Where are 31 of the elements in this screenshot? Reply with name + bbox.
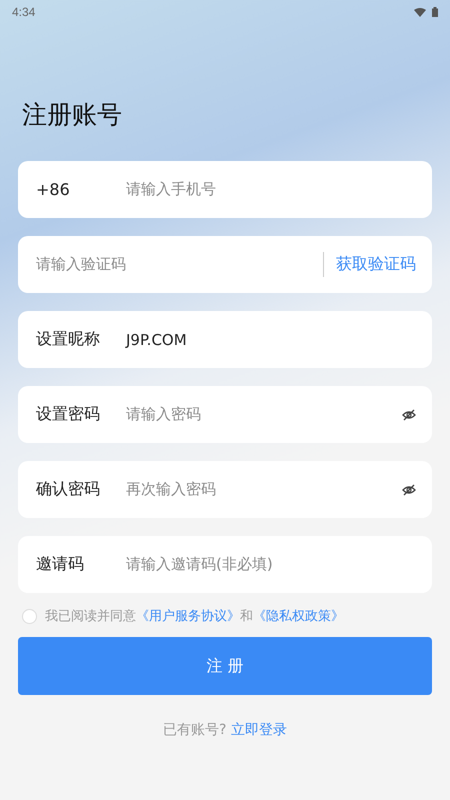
- input-field[interactable]: 设置密码 请输入密码: [18, 386, 432, 443]
- terms-link[interactable]: 《用户服务协议》: [136, 609, 240, 624]
- field-label: 确认密码: [36, 479, 101, 500]
- wifi-icon: [414, 8, 426, 16]
- page-title: 注册账号: [22, 99, 123, 131]
- agree-radio[interactable]: [22, 608, 37, 624]
- input-field[interactable]: 确认密码 再次输入密码: [18, 461, 432, 518]
- hidden-eye-icon[interactable]: [402, 484, 416, 496]
- get-code-button[interactable]: 获取验证码: [323, 252, 416, 277]
- placeholder-text: 再次输入密码: [126, 480, 217, 499]
- field-value: J9P.COM: [126, 330, 188, 348]
- battery-icon: [432, 7, 438, 17]
- agreement-text: 我已阅读并同意《用户服务协议》和《隐私权政策》: [45, 608, 344, 625]
- field-label: 设置昵称: [36, 329, 101, 350]
- input-field[interactable]: 请输入验证码 获取验证码: [18, 236, 432, 293]
- placeholder-text: 请输入邀请码(非必填): [126, 555, 274, 574]
- field-label: 设置密码: [36, 404, 101, 425]
- login-link[interactable]: 立即登录: [230, 722, 287, 738]
- placeholder-text: 请输入手机号: [126, 180, 217, 199]
- input-field[interactable]: 邀请码 请输入邀请码(非必填): [18, 536, 432, 593]
- field-label: +86: [36, 180, 71, 199]
- input-field[interactable]: 设置昵称 J9P.COM: [18, 311, 432, 368]
- placeholder-text: 请输入密码: [126, 405, 202, 424]
- privacy-link[interactable]: 《隐私权政策》: [253, 609, 344, 624]
- input-field[interactable]: +86 请输入手机号: [18, 161, 432, 218]
- hidden-eye-icon[interactable]: [402, 408, 416, 420]
- field-label: 邀请码: [36, 554, 85, 575]
- placeholder-text: 请输入验证码: [36, 255, 127, 274]
- register-button[interactable]: 注 册: [18, 637, 432, 695]
- footer-text: 已有账号?: [163, 722, 228, 738]
- status-time: 4:34: [12, 5, 36, 19]
